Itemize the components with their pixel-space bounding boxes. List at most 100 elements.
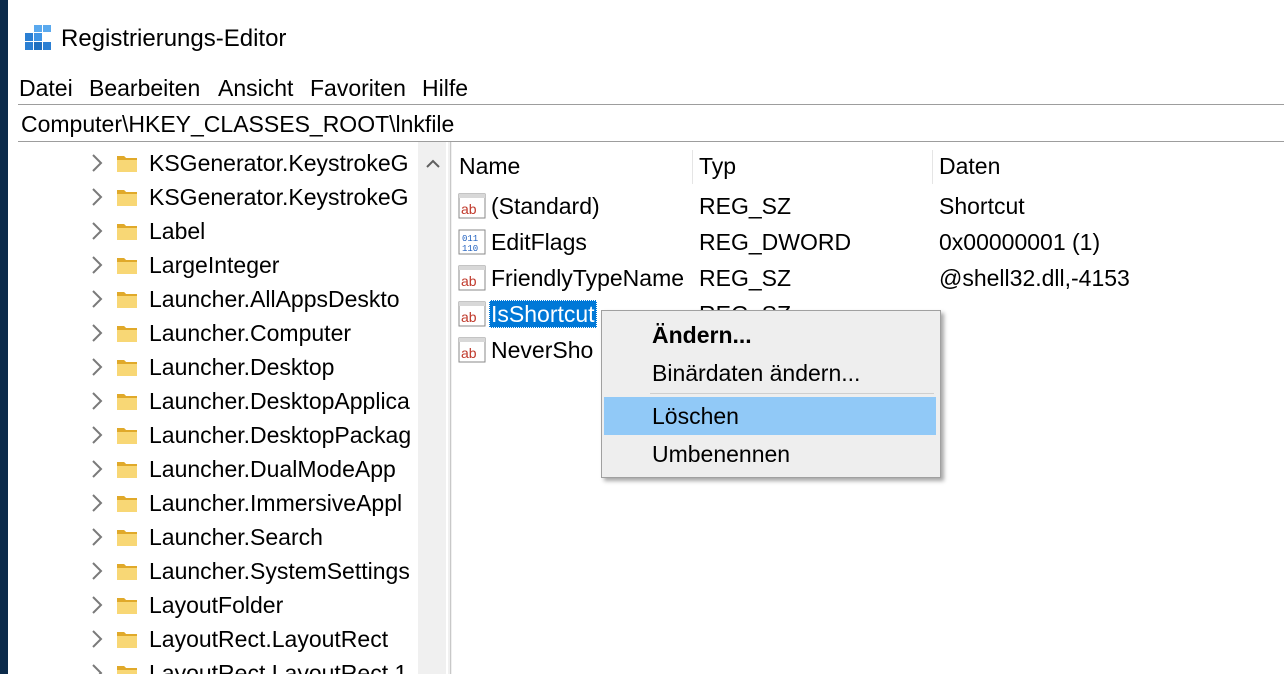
chevron-right-icon[interactable] [88,322,106,344]
svg-text:ab: ab [461,309,477,325]
svg-text:110: 110 [462,244,478,254]
chevron-right-icon[interactable] [88,254,106,276]
chevron-right-icon[interactable] [88,186,106,208]
chevron-right-icon[interactable] [88,152,106,174]
address-bar[interactable]: Computer\HKEY_CLASSES_ROOT\lnkfile [18,104,1284,142]
window-title: Registrierungs-Editor [61,25,287,52]
context-item-delete[interactable]: Löschen [604,397,936,435]
context-item-modify-binary[interactable]: Binärdaten ändern... [604,354,936,392]
tree-item[interactable]: Launcher.AllAppsDeskto [18,282,418,316]
tree-item-label: Launcher.SystemSettings [149,558,410,584]
key-tree[interactable]: KSGenerator.KeystrokeG KSGenerator.Keystr… [18,142,446,674]
column-divider[interactable] [692,150,693,184]
tree-scrollbar[interactable] [418,142,446,674]
tree-item[interactable]: Launcher.DesktopPackag [18,418,418,452]
value-name[interactable]: FriendlyTypeName [491,264,684,292]
context-menu: Ändern... Binärdaten ändern... Löschen U… [601,310,941,478]
string-value-icon: ab [458,265,486,291]
string-value-icon: ab [458,301,486,327]
tree-item[interactable]: KSGenerator.KeystrokeG [18,146,418,180]
binary-value-icon: 011110 [458,229,486,255]
tree-item-label: Launcher.DualModeApp [149,456,396,482]
menu-bar: Datei Bearbeiten Ansicht Favoriten Hilfe [8,68,1284,104]
folder-icon [117,564,137,580]
folder-icon [117,258,137,274]
chevron-right-icon[interactable] [88,288,106,310]
context-item-rename[interactable]: Umbenennen [604,435,936,473]
tree-item-label: Launcher.ImmersiveAppl [149,490,403,516]
column-divider[interactable] [932,150,933,184]
folder-icon [117,394,137,410]
tree-item[interactable]: Launcher.Search [18,520,418,554]
menu-hilfe[interactable]: Hilfe [422,74,468,102]
regedit-icon [25,25,51,50]
chevron-right-icon[interactable] [88,424,106,446]
chevron-right-icon[interactable] [88,390,106,412]
menu-bearbeiten[interactable]: Bearbeiten [89,74,200,102]
menu-separator [650,393,934,394]
value-row[interactable]: ab FriendlyTypeName REG_SZ @shell32.dll,-41… [454,260,1284,296]
tree-item-label: KSGenerator.KeystrokeG [149,184,409,210]
chevron-right-icon[interactable] [88,492,106,514]
tree-item[interactable]: LayoutFolder [18,588,418,622]
tree-item-label: Launcher.Search [149,524,323,550]
value-data: Shortcut [939,193,1025,219]
value-name[interactable]: (Standard) [491,192,600,220]
folder-icon [117,632,137,648]
column-header-name[interactable]: Name [459,152,520,180]
folder-icon [117,292,137,308]
scroll-up-icon[interactable] [418,150,446,178]
tree-item-label: LayoutRect.LayoutRect [149,626,389,652]
address-path[interactable]: Computer\HKEY_CLASSES_ROOT\lnkfile [21,110,454,138]
folder-icon [117,666,137,674]
chevron-right-icon[interactable] [88,594,106,616]
tree-item[interactable]: Launcher.SystemSettings [18,554,418,588]
tree-item[interactable]: Launcher.DualModeApp [18,452,418,486]
chevron-right-icon[interactable] [88,220,106,242]
chevron-right-icon[interactable] [88,526,106,548]
context-item-modify[interactable]: Ändern... [604,316,936,354]
title-bar: Registrierungs-Editor [8,0,1284,68]
tree-item[interactable]: Launcher.ImmersiveAppl [18,486,418,520]
tree-item-label: LayoutRect.LayoutRect.1 [149,660,408,674]
tree-item-label: Launcher.Desktop [149,354,335,380]
folder-icon [117,156,137,172]
tree-item-label: LayoutFolder [149,592,284,618]
tree-item[interactable]: Launcher.Desktop [18,350,418,384]
chevron-right-icon[interactable] [88,662,106,674]
value-name[interactable]: EditFlags [491,228,587,256]
regedit-window: Registrierungs-Editor Datei Bearbeiten A… [8,0,1284,674]
menu-favoriten[interactable]: Favoriten [310,74,406,102]
tree-item[interactable]: LayoutRect.LayoutRect [18,622,418,656]
tree-item[interactable]: Launcher.DesktopApplica [18,384,418,418]
chevron-right-icon[interactable] [88,628,106,650]
value-row[interactable]: ab (Standard) REG_SZ Shortcut [454,188,1284,224]
tree-item[interactable]: KSGenerator.KeystrokeG [18,180,418,214]
tree-item-label: Launcher.AllAppsDeskto [149,286,400,312]
tree-item-label: KSGenerator.KeystrokeG [149,150,409,176]
menu-ansicht[interactable]: Ansicht [218,74,293,102]
tree-item-label: Launcher.DesktopPackag [149,422,412,448]
tree-item[interactable]: Label [18,214,418,248]
chevron-right-icon[interactable] [88,458,106,480]
value-type: REG_SZ [699,193,792,219]
column-header-data[interactable]: Daten [939,152,1000,180]
pane-splitter[interactable] [448,142,452,674]
tree-item[interactable]: LargeInteger [18,248,418,282]
tree-item[interactable]: Launcher.Computer [18,316,418,350]
value-name[interactable]: NeverSho [491,336,593,364]
value-row[interactable]: 011 110 EditFlags REG_DWORD 0x00000001 (1) [454,224,1284,260]
value-type: REG_DWORD [699,229,852,255]
chevron-right-icon[interactable] [88,560,106,582]
tree-item[interactable]: LayoutRect.LayoutRect.1 [18,656,418,674]
chevron-right-icon[interactable] [88,356,106,378]
folder-icon [117,462,137,478]
tree-item-label: Launcher.Computer [149,320,352,346]
tree-item-label: Label [149,218,206,244]
column-header-type[interactable]: Typ [699,152,736,180]
svg-text:011: 011 [462,234,478,244]
menu-datei[interactable]: Datei [19,74,73,102]
value-name[interactable]: IsShortcut [489,300,597,328]
folder-icon [117,428,137,444]
folder-icon [117,496,137,512]
